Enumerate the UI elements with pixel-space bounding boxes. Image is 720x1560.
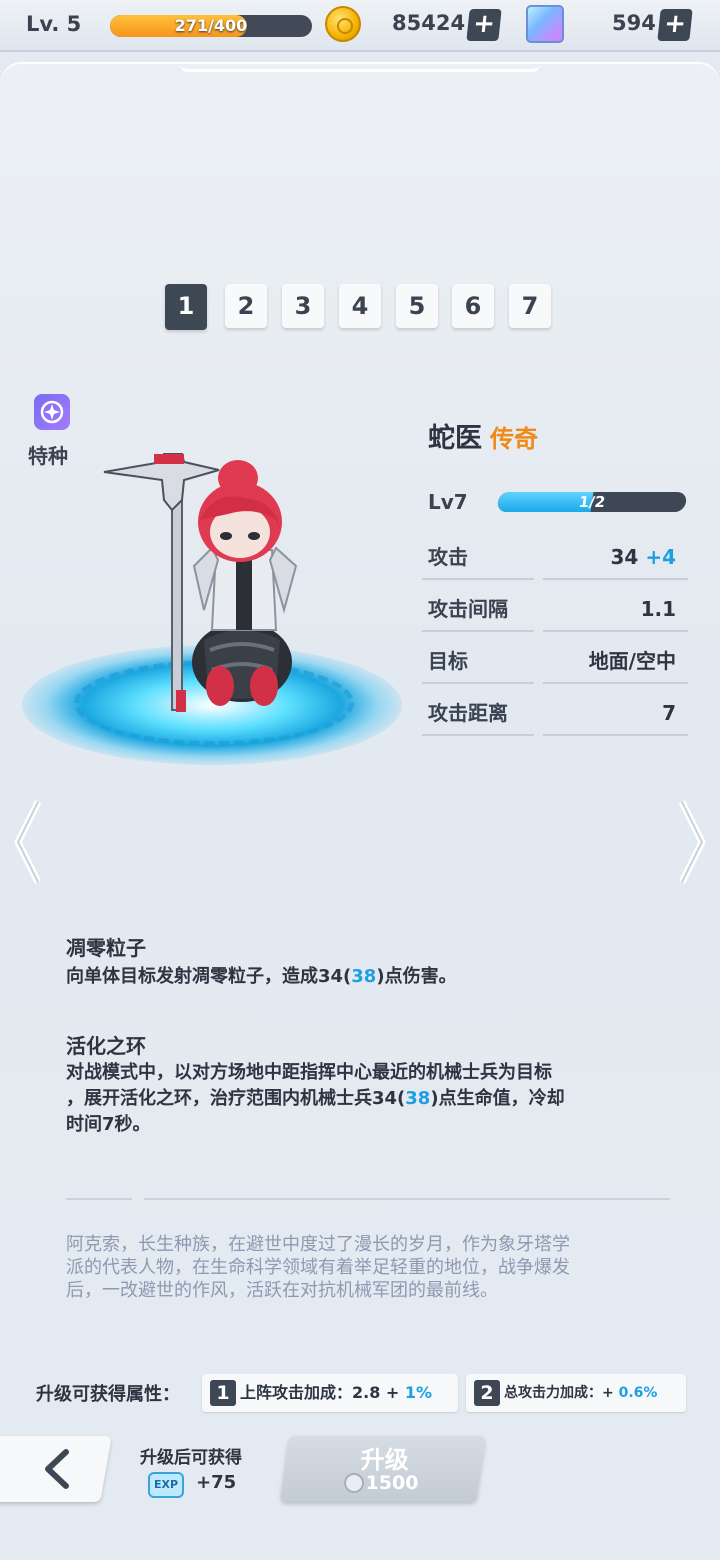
xp-progress-text: 271/400 (174, 16, 248, 35)
stat-value: 34 +4 (543, 534, 688, 580)
exp-icon: EXP (148, 1472, 184, 1498)
chevron-left-icon (45, 1449, 69, 1489)
top-status-bar: Lv. 5 271/400 85424 + 594 + (0, 0, 720, 52)
stat-value: 7 (543, 690, 688, 736)
stat-bonus: +4 (645, 545, 676, 569)
stat-row-attack-range: 攻击距离 7 (422, 690, 688, 742)
attribute-text: 上阵攻击加成：2.8 + 1% (240, 1383, 433, 1402)
tab-level-4[interactable]: 4 (339, 284, 381, 328)
upgrade-attribute-1: 1 上阵攻击加成：2.8 + 1% (202, 1374, 458, 1412)
exp-gain: +75 (196, 1472, 237, 1493)
attribute-text: 总攻击力加成：+ 0.6% (504, 1385, 658, 1401)
attribute-number: 1 (210, 1380, 236, 1406)
upgrade-cost: 1500 (283, 1472, 479, 1494)
back-button[interactable] (0, 1436, 112, 1502)
gem-balance: 594 (612, 11, 656, 35)
hero-name: 蛇医 (428, 423, 482, 454)
level-tabs: 1 2 3 4 5 6 7 (165, 284, 555, 330)
hero-level-progress-text: 1/2 (577, 493, 607, 511)
add-coins-button[interactable]: + (466, 9, 502, 41)
gem-cube-icon (526, 5, 564, 43)
hero-lore: 阿克索，长生种族，在避世中度过了漫长的岁月，作为象牙塔学 派的代表人物，在生命科… (66, 1234, 570, 1301)
stat-value: 1.1 (543, 586, 688, 632)
next-unit-arrow-icon[interactable] (678, 800, 708, 884)
hero-level-progress-bar: 1/2 (496, 492, 688, 512)
post-upgrade-reward-label: 升级后可获得 (140, 1448, 242, 1468)
stat-name: 目标 (422, 638, 534, 684)
panel-notch (180, 62, 540, 72)
stat-name: 攻击 (422, 534, 534, 580)
divider (66, 1198, 132, 1200)
stat-name: 攻击间隔 (422, 586, 534, 632)
hero-portrait (14, 440, 404, 770)
hero-name-row: 蛇医 传奇 (428, 416, 538, 455)
skill-title: 凋零粒子 (66, 936, 146, 960)
coin-icon (343, 1473, 364, 1493)
previous-unit-arrow-icon[interactable] (12, 800, 42, 884)
stat-row-attack-interval: 攻击间隔 1.1 (422, 586, 688, 638)
hero-rarity: 传奇 (490, 425, 538, 453)
specialist-icon (34, 394, 70, 430)
tab-level-7[interactable]: 7 (509, 284, 551, 328)
skill-title: 活化之环 (66, 1034, 146, 1058)
stat-row-target: 目标 地面/空中 (422, 638, 688, 690)
upgrade-button[interactable]: 升级 1500 (280, 1436, 486, 1502)
upgrade-attributes-label: 升级可获得属性： (36, 1384, 180, 1405)
tab-level-5[interactable]: 5 (396, 284, 438, 328)
player-level: Lv. 5 (26, 12, 82, 36)
tab-level-1[interactable]: 1 (165, 284, 207, 330)
upgrade-attribute-2: 2 总攻击力加成：+ 0.6% (466, 1374, 686, 1412)
coin-balance: 85424 (392, 11, 466, 35)
tab-level-6[interactable]: 6 (452, 284, 494, 328)
tab-level-3[interactable]: 3 (282, 284, 324, 328)
tab-level-2[interactable]: 2 (225, 284, 267, 328)
hero-figure (103, 453, 298, 712)
stat-value: 地面/空中 (543, 638, 688, 684)
hero-level: Lv7 (428, 490, 468, 514)
skill-description: 对战模式中，以对方场地中距指挥中心最近的机械士兵为目标 ，展开活化之环，治疗范围… (66, 1062, 565, 1135)
attribute-number: 2 (474, 1380, 500, 1406)
stat-name: 攻击距离 (422, 690, 534, 736)
coin-icon (325, 6, 361, 42)
xp-progress-bar: 271/400 (110, 15, 312, 37)
stat-row-attack: 攻击 34 +4 (422, 534, 688, 586)
upgrade-button-label: 升级 (360, 1446, 409, 1474)
add-gems-button[interactable]: + (657, 9, 693, 41)
skill-description: 向单体目标发射凋零粒子，造成34(38)点伤害。 (66, 966, 457, 987)
divider (144, 1198, 670, 1200)
